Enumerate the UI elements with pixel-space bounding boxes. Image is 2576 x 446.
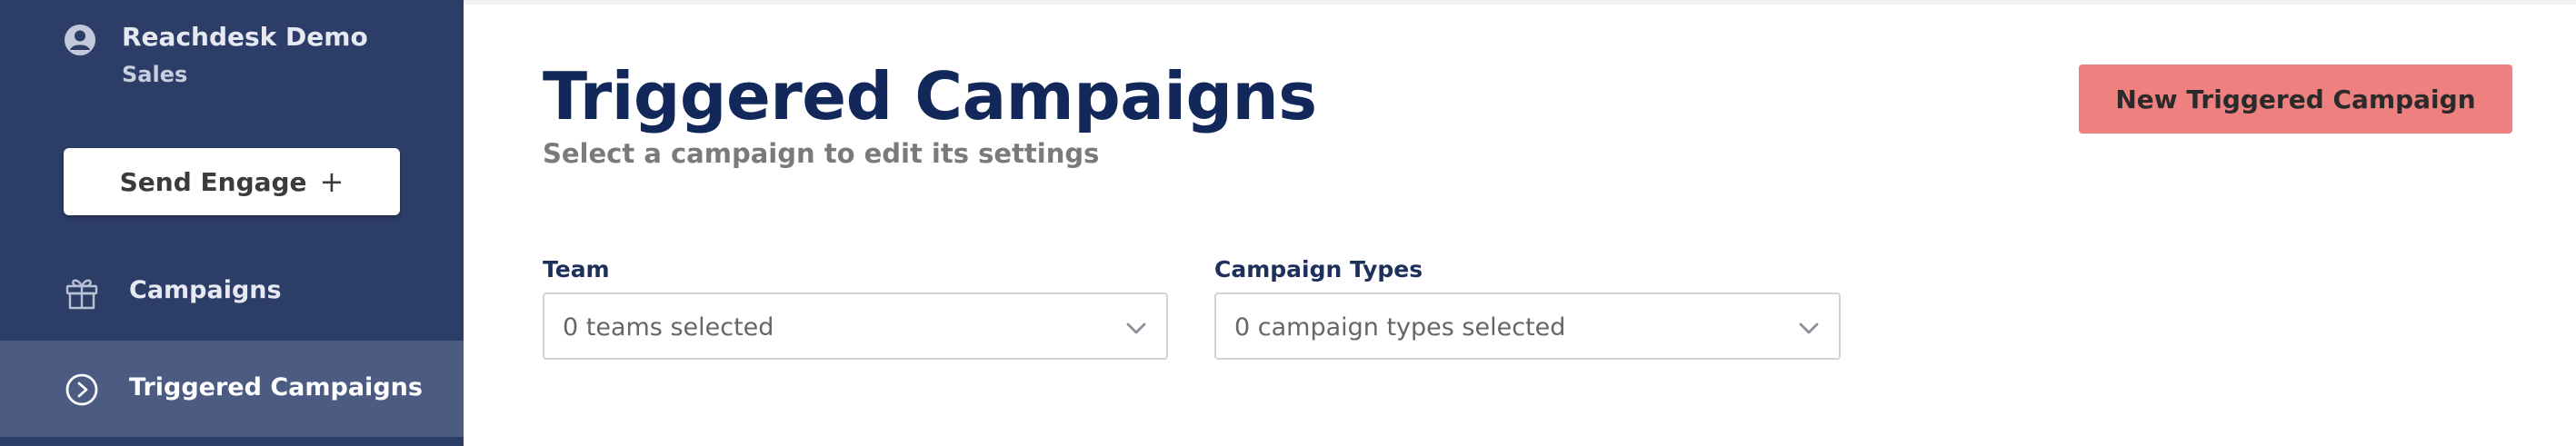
- team-select[interactable]: 0 teams selected: [543, 292, 1168, 360]
- account-name: Reachdesk Demo: [122, 22, 368, 52]
- campaign-types-filter-label: Campaign Types: [1214, 256, 1423, 282]
- sidebar: Reachdesk Demo Sales Send Engage + Campa…: [0, 0, 464, 446]
- team-select-value: 0 teams selected: [563, 313, 774, 342]
- play-circle-icon: [65, 373, 98, 406]
- send-engage-button[interactable]: Send Engage +: [64, 148, 400, 215]
- campaign-types-select-value: 0 campaign types selected: [1234, 313, 1566, 342]
- plus-icon: +: [319, 164, 344, 199]
- team-filter-label: Team: [543, 256, 610, 282]
- chevron-down-icon: [1126, 322, 1146, 334]
- sidebar-item-triggered-campaigns[interactable]: Triggered Campaigns: [0, 341, 464, 437]
- send-engage-label: Send Engage: [119, 166, 307, 197]
- gift-icon: [65, 279, 98, 310]
- sidebar-item-campaigns[interactable]: Campaigns: [0, 245, 464, 340]
- new-triggered-campaign-button[interactable]: New Triggered Campaign: [2079, 64, 2512, 134]
- user-circle-icon: [65, 25, 95, 55]
- account-role: Sales: [122, 62, 188, 87]
- sidebar-item-label: Campaigns: [129, 276, 282, 304]
- top-border: [464, 0, 2576, 5]
- chevron-down-icon: [1799, 322, 1819, 334]
- campaign-types-select[interactable]: 0 campaign types selected: [1214, 292, 1841, 360]
- sidebar-item-label: Triggered Campaigns: [129, 373, 423, 401]
- page-subtitle: Select a campaign to edit its settings: [543, 138, 1100, 169]
- page-title: Triggered Campaigns: [543, 58, 1317, 134]
